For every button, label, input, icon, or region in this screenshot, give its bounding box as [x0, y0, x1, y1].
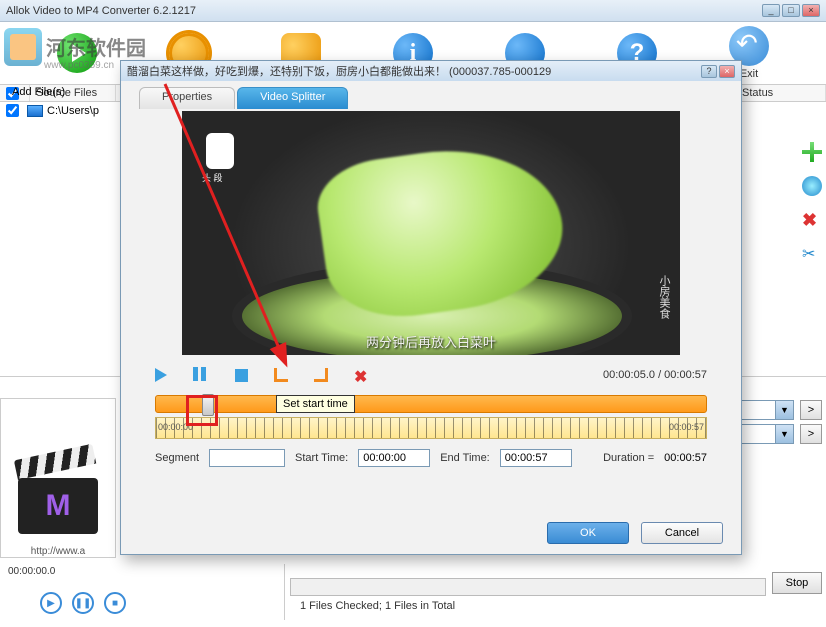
- chevron-down-icon[interactable]: ▼: [775, 401, 793, 419]
- stop-button[interactable]: Stop: [772, 572, 822, 594]
- add-icon[interactable]: [802, 142, 822, 162]
- segment-select[interactable]: [209, 449, 285, 467]
- stop-player-button[interactable]: [235, 369, 248, 382]
- set-end-button[interactable]: [314, 368, 328, 382]
- mini-stop-button[interactable]: ■: [104, 592, 126, 614]
- mini-play-button[interactable]: ▶: [40, 592, 62, 614]
- delete-segment-button[interactable]: ✖: [354, 367, 370, 383]
- progress-bar: [290, 578, 766, 596]
- tooltip: Set start time: [276, 395, 355, 413]
- side-buttons: ✖ ✂: [802, 122, 826, 264]
- maximize-button[interactable]: □: [782, 4, 800, 17]
- tab-video-splitter[interactable]: Video Splitter: [237, 87, 348, 109]
- files-checked-label: 1 Files Checked; 1 Files in Total: [300, 600, 455, 612]
- segment-fields: Segment Start Time: End Time: Duration =…: [139, 449, 723, 467]
- mini-player: 00:00:00.0: [8, 566, 61, 577]
- duration-label: Duration =: [603, 452, 654, 464]
- channel-avatar: [206, 133, 234, 169]
- up-icon[interactable]: [802, 176, 822, 196]
- mini-time: 00:00:00.0: [8, 566, 55, 577]
- col-status: Status: [736, 85, 826, 101]
- cancel-button[interactable]: Cancel: [641, 522, 723, 544]
- ruler-start: 00:00:00: [158, 422, 193, 432]
- tab-properties[interactable]: Properties: [139, 87, 235, 109]
- end-time-input[interactable]: [500, 449, 572, 467]
- segment-label: Segment: [155, 452, 199, 464]
- video-subtitle: 两分钟后再放入白菜叶: [182, 332, 680, 351]
- start-time-input[interactable]: [358, 449, 430, 467]
- file-path: C:\Users\p: [47, 105, 99, 117]
- chevron-down-icon[interactable]: ▼: [775, 425, 793, 443]
- add-files-label[interactable]: Add File(s): [12, 86, 65, 98]
- file-checkbox[interactable]: [6, 104, 19, 117]
- cut-icon[interactable]: ✂: [802, 244, 822, 264]
- dialog-tabs: Properties Video Splitter: [139, 87, 723, 109]
- clapper-icon: M: [18, 460, 98, 540]
- window-titlebar: Allok Video to MP4 Converter 6.2.1217 _ …: [0, 0, 826, 22]
- dialog-close-button[interactable]: ×: [719, 65, 735, 78]
- profile-settings-button[interactable]: >: [800, 400, 822, 420]
- pause-button[interactable]: [193, 367, 209, 383]
- ruler-end: 00:00:57: [669, 422, 704, 432]
- timeline-ruler[interactable]: 00:00:00 00:00:57: [155, 417, 707, 439]
- convert-button[interactable]: [57, 33, 97, 73]
- play-button[interactable]: [155, 368, 167, 382]
- output-browse-button[interactable]: >: [800, 424, 822, 444]
- seek-slider[interactable]: Set start time: [155, 395, 707, 413]
- mini-pause-button[interactable]: ❚❚: [72, 592, 94, 614]
- dialog-titlebar: 醋溜白菜这样做，好吃到爆，还特别下饭，厨房小白都能做出来！ (000037.78…: [121, 61, 741, 81]
- app-url: http://www.a: [31, 546, 85, 557]
- video-preview[interactable]: 小房美食 两分钟后再放入白菜叶: [182, 111, 680, 355]
- close-button[interactable]: ×: [802, 4, 820, 17]
- video-splitter-dialog: 醋溜白菜这样做，好吃到爆，还特别下饭，厨房小白都能做出来！ (000037.78…: [120, 60, 742, 555]
- end-label: End Time:: [440, 452, 490, 464]
- channel-name: 小房美食: [656, 275, 672, 319]
- seek-thumb[interactable]: [202, 394, 214, 416]
- duration-value: 00:00:57: [664, 452, 707, 464]
- dialog-title: 醋溜白菜这样做，好吃到爆，还特别下饭，厨房小白都能做出来！ (000037.78…: [127, 63, 551, 79]
- set-start-button[interactable]: [274, 368, 288, 382]
- player-controls: ✖ 00:00:05.0 / 00:00:57: [139, 363, 723, 387]
- preview-panel: M http://www.a: [0, 398, 116, 558]
- window-title: Allok Video to MP4 Converter 6.2.1217: [6, 5, 196, 17]
- remove-icon[interactable]: ✖: [802, 210, 822, 230]
- minimize-button[interactable]: _: [762, 4, 780, 17]
- video-file-icon: [27, 105, 43, 117]
- time-display: 00:00:05.0 / 00:00:57: [603, 369, 707, 381]
- start-label: Start Time:: [295, 452, 348, 464]
- ok-button[interactable]: OK: [547, 522, 629, 544]
- dialog-help-button[interactable]: ?: [701, 65, 717, 78]
